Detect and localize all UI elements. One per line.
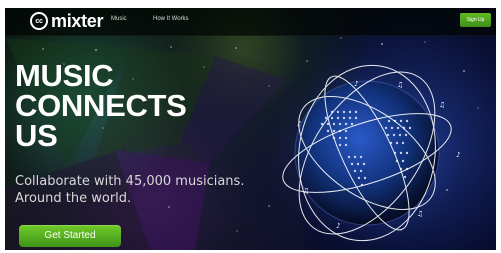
get-started-button[interactable]: Get Started [19,225,121,247]
sign-up-button[interactable]: Sign Up [460,13,491,27]
svg-text:♫: ♫ [303,187,309,195]
nav-link-how-it-works[interactable]: How It Works [153,16,189,22]
hero-headline: MUSIC CONNECTS US [15,58,187,153]
svg-text:♪: ♪ [456,151,460,159]
logo-text: mixter [51,10,104,31]
globe-graphic: ♪ ♫ ♪ ♫ ♪ ♫ ♪ ♫ [272,58,462,248]
svg-text:♪: ♪ [297,120,301,128]
nav-link-music[interactable]: Music [111,16,127,22]
cc-logo-icon: cc [30,12,48,30]
hero-subtitle: Collaborate with 45,000 musicians. Aroun… [15,174,245,206]
svg-text:♪: ♪ [336,222,340,230]
site-logo[interactable]: cc mixter [30,10,104,31]
svg-text:♪: ♪ [354,80,358,88]
home-page: ♪ ♫ ♪ ♫ ♪ ♫ ♪ ♫ cc mixter Music How It W… [5,8,496,250]
svg-text:♫: ♫ [397,81,403,89]
svg-text:♫: ♫ [439,101,445,109]
svg-text:♫: ♫ [417,210,423,218]
top-navigation: cc mixter Music How It Works Sign Up [5,8,496,36]
